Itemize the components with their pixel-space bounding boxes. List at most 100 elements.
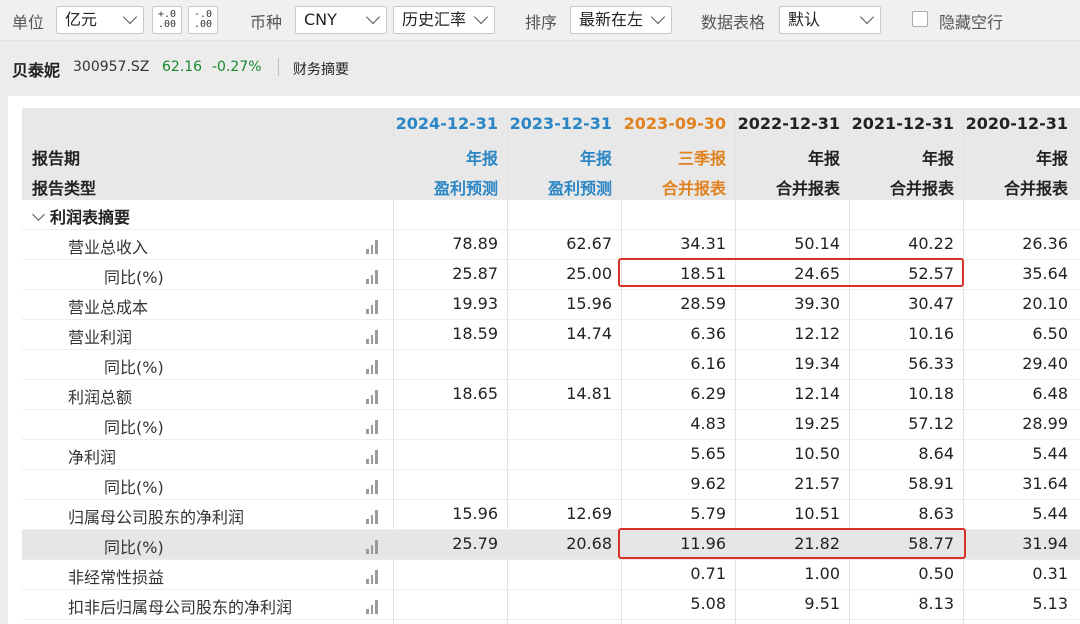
table-cell: 62.67 <box>566 234 612 253</box>
table-cell: 50.14 <box>794 234 840 253</box>
table-row[interactable]: 归属母公司股东的净利润 15.96 12.69 5.79 10.51 8.63 5.44 <box>22 500 1080 530</box>
table-cell: 28.59 <box>680 294 726 313</box>
bar-chart-icon[interactable] <box>366 270 382 284</box>
chevron-down-icon <box>122 9 138 25</box>
bar-chart-icon[interactable] <box>366 480 382 494</box>
table-cell: 10.18 <box>908 384 954 403</box>
row-label: 净利润 <box>68 448 117 467</box>
table-cell: 8.13 <box>918 594 954 613</box>
table-cell: 6.29 <box>690 384 726 403</box>
column-header-type: 年报 <box>1035 149 1068 168</box>
table-cell: 8.64 <box>918 444 954 463</box>
table-cell: 15.96 <box>566 294 612 313</box>
table-cell: 34.31 <box>680 234 726 253</box>
section-row[interactable]: 利润表摘要 <box>22 200 1080 230</box>
column-header-date[interactable]: 2022-12-31 <box>734 114 840 133</box>
row-label: 非经常性损益 <box>68 568 165 587</box>
highlight-box <box>618 258 964 287</box>
currency-label: 币种 <box>250 13 283 32</box>
bar-chart-icon[interactable] <box>366 600 382 614</box>
column-header-date[interactable]: 2020-12-31 <box>962 114 1068 133</box>
decimal-decrease-button[interactable]: -.0 .00 <box>188 6 218 34</box>
bar-chart-icon[interactable] <box>366 390 382 404</box>
table-cell: 18.65 <box>452 384 498 403</box>
table-row[interactable]: 利润总额 18.65 14.81 6.29 12.14 10.18 6.48 <box>22 380 1080 410</box>
table-cell: 12.14 <box>794 384 840 403</box>
table-row[interactable]: 非经常性损益 0.71 1.00 0.50 0.31 <box>22 560 1080 590</box>
table-cell: 25.00 <box>566 264 612 283</box>
bar-chart-icon[interactable] <box>366 540 382 554</box>
row-label: 同比(%) <box>104 268 164 287</box>
table-row[interactable]: 净利润 5.65 10.50 8.64 5.44 <box>22 440 1080 470</box>
divider <box>278 58 279 76</box>
bar-chart-icon[interactable] <box>366 450 382 464</box>
table-cell: 57.12 <box>908 414 954 433</box>
table-cell: 0.50 <box>918 564 954 583</box>
bar-chart-icon[interactable] <box>366 240 382 254</box>
grid-label: 数据表格 <box>701 13 766 32</box>
currency-select-value: CNY <box>304 10 337 29</box>
table-cell: 8.63 <box>918 504 954 523</box>
report-type-label: 报告类型 <box>32 179 97 198</box>
table-cell: 35.64 <box>1022 264 1068 283</box>
bar-chart-icon[interactable] <box>366 300 382 314</box>
grid-select[interactable]: 默认 <box>779 6 881 34</box>
table-cell: 21.57 <box>794 474 840 493</box>
hide-empty-rows-checkbox[interactable] <box>912 11 928 27</box>
table-cell: 9.51 <box>804 594 840 613</box>
column-header-type: 年报 <box>465 149 498 168</box>
table-cell: 6.36 <box>690 324 726 343</box>
row-label: 利润总额 <box>68 388 133 407</box>
row-label: 同比(%) <box>104 418 164 437</box>
unit-select[interactable]: 亿元 <box>56 6 144 34</box>
column-header-date[interactable]: 2021-12-31 <box>848 114 954 133</box>
chevron-down-icon <box>859 9 875 25</box>
table-cell: 4.83 <box>690 414 726 433</box>
table-row[interactable]: 同比(%) 9.62 21.57 58.91 31.64 <box>22 470 1080 500</box>
table-cell: 20.68 <box>566 534 612 553</box>
bar-chart-icon[interactable] <box>366 570 382 584</box>
table-cell: 31.64 <box>1022 474 1068 493</box>
exchange-rate-select[interactable]: 历史汇率 <box>393 6 495 34</box>
table-row[interactable]: 营业总收入 78.89 62.67 34.31 50.14 40.22 26.36 <box>22 230 1080 260</box>
bar-chart-icon[interactable] <box>366 510 382 524</box>
hide-empty-rows-label: 隐藏空行 <box>939 13 1004 32</box>
exchange-rate-select-value: 历史汇率 <box>402 10 467 29</box>
column-header-date[interactable]: 2023-12-31 <box>506 114 612 133</box>
table-cell: 6.16 <box>690 354 726 373</box>
table-row[interactable]: 营业利润 18.59 14.74 6.36 12.12 10.16 6.50 <box>22 320 1080 350</box>
decimal-increase-button[interactable]: +.0 .00 <box>152 6 182 34</box>
table-cell: 15.96 <box>452 504 498 523</box>
table-cell: 19.34 <box>794 354 840 373</box>
row-label: 同比(%) <box>104 478 164 497</box>
currency-select[interactable]: CNY <box>295 6 387 34</box>
bar-chart-icon[interactable] <box>366 420 382 434</box>
table-cell: 58.91 <box>908 474 954 493</box>
grid-select-value: 默认 <box>788 10 821 29</box>
table-row[interactable]: 扣非后归属母公司股东的净利润 5.08 9.51 8.13 5.13 <box>22 590 1080 620</box>
table-cell: 39.30 <box>794 294 840 313</box>
table-cell: 12.12 <box>794 324 840 343</box>
table-cell: 1.00 <box>804 564 840 583</box>
table-cell: 5.44 <box>1032 504 1068 523</box>
report-period-label: 报告期 <box>32 149 81 168</box>
tab-financial-summary[interactable]: 财务摘要 <box>293 59 349 79</box>
chevron-down-icon <box>473 9 489 25</box>
column-header-date[interactable]: 2024-12-31 <box>392 114 498 133</box>
column-header-kind: 合并报表 <box>1003 179 1068 198</box>
row-label: 营业利润 <box>68 328 133 347</box>
stock-code: 300957.SZ <box>73 59 150 75</box>
table-cell: 19.93 <box>452 294 498 313</box>
table-cell: 0.31 <box>1032 564 1068 583</box>
toolbar: 单位 亿元 +.0 .00 -.0 .00 币种 CNY 历史汇率 排序 最新在… <box>0 0 1080 40</box>
table-cell: 18.59 <box>452 324 498 343</box>
stock-change: -0.27% <box>212 59 262 75</box>
column-header-date[interactable]: 2023-09-30 <box>620 114 726 133</box>
sort-select-value: 最新在左 <box>579 10 644 29</box>
table-row[interactable]: 同比(%) 6.16 19.34 56.33 29.40 <box>22 350 1080 380</box>
bar-chart-icon[interactable] <box>366 360 382 374</box>
bar-chart-icon[interactable] <box>366 330 382 344</box>
table-row[interactable]: 营业总成本 19.93 15.96 28.59 39.30 30.47 20.10 <box>22 290 1080 320</box>
sort-select[interactable]: 最新在左 <box>570 6 672 34</box>
table-row[interactable]: 同比(%) 4.83 19.25 57.12 28.99 <box>22 410 1080 440</box>
